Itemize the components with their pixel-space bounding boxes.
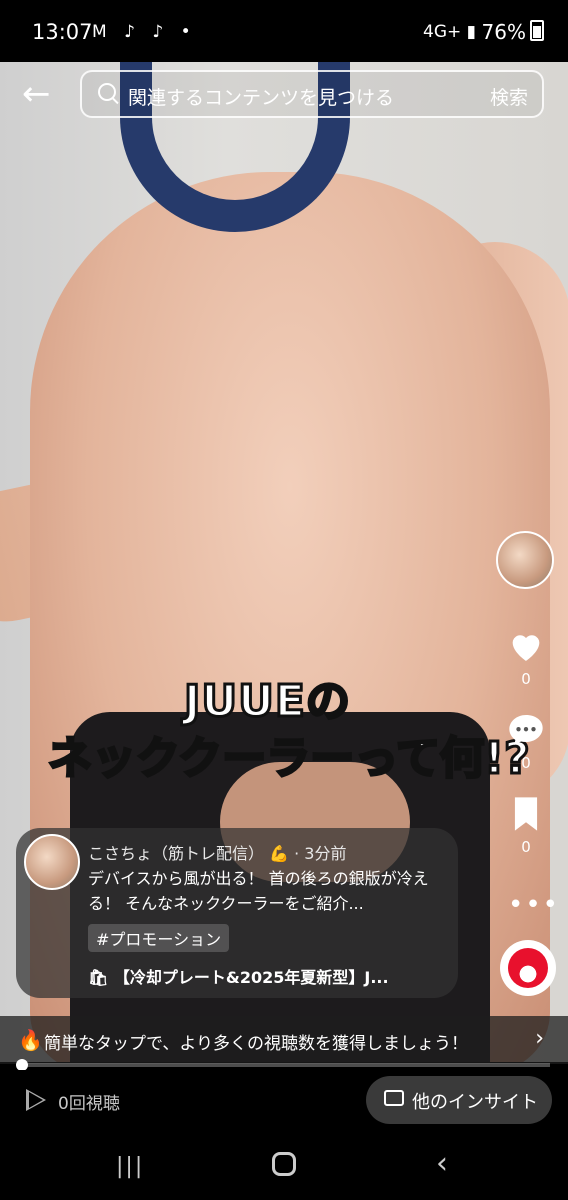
music-disc-icon[interactable] xyxy=(500,940,556,996)
heart-icon[interactable] xyxy=(506,626,546,666)
more-options-icon[interactable]: ••• xyxy=(508,890,560,920)
battery-icon xyxy=(530,20,544,41)
author-avatar[interactable] xyxy=(24,834,80,890)
search-placeholder: 関連するコンテンツを見つける xyxy=(128,87,395,109)
promo-banner[interactable]: 🔥 簡単なタップで、より多くの視聴数を獲得しましょう！ › xyxy=(0,1016,568,1064)
video-caption-line1: JUUEの xyxy=(183,675,352,729)
home-icon[interactable] xyxy=(272,1152,296,1176)
nav-back-icon[interactable]: ‹ xyxy=(436,1146,448,1181)
video-caption-line2: ネッククーラーって何!? xyxy=(47,732,532,786)
hashtag-promotion[interactable]: #プロモーション xyxy=(88,924,230,952)
back-arrow-icon[interactable]: ← xyxy=(22,74,62,114)
battery-percent: 76% xyxy=(481,20,526,44)
search-button[interactable]: 検索 xyxy=(490,83,528,110)
insights-button[interactable]: 他のインサイト xyxy=(366,1076,552,1124)
status-bar: 13:07 M ♪ ♪ • 4G+ ▮ 76% xyxy=(0,0,568,62)
bookmark-count: 0 xyxy=(521,838,531,856)
play-icon xyxy=(26,1089,46,1111)
recent-apps-icon[interactable]: ||| xyxy=(116,1154,144,1179)
comment-icon[interactable] xyxy=(506,710,546,750)
author-line[interactable]: こさちょ（筋トレ配信） 💪 · 3分前 xyxy=(88,840,346,864)
chevron-right-icon[interactable]: › xyxy=(535,1026,544,1051)
product-link[interactable]: 🛍 【冷却プレート&2025年夏新型】J... xyxy=(88,964,389,988)
comment-count: 0 xyxy=(521,754,531,772)
shopping-bag-icon: 🛍 xyxy=(88,968,109,987)
notification-icons: M ♪ ♪ • xyxy=(92,22,197,42)
muscle-icon: 💪 xyxy=(269,844,290,863)
author-name[interactable]: こさちょ（筋トレ配信） xyxy=(88,844,264,863)
post-time: · 3分前 xyxy=(294,844,347,863)
network-indicator: 4G+ ▮ xyxy=(423,22,476,42)
creator-avatar[interactable] xyxy=(496,531,554,589)
bookmark-icon[interactable] xyxy=(512,796,540,832)
search-icon xyxy=(98,83,116,101)
view-count: 0回視聴 xyxy=(58,1094,120,1114)
video-progress-bar[interactable] xyxy=(20,1063,550,1067)
system-nav-bar: ||| ‹ xyxy=(0,1130,568,1200)
fire-icon: 🔥 xyxy=(18,1028,43,1052)
post-description[interactable]: デバイスから風が出る！ 首の後ろの銀版が冷える！ そんなネッククーラーをご紹介.… xyxy=(88,866,448,916)
status-time: 13:07 xyxy=(32,20,93,44)
product-title[interactable]: 【冷却プレート&2025年夏新型】J... xyxy=(114,968,389,987)
chart-icon xyxy=(384,1090,404,1106)
promo-text: 簡単なタップで、より多くの視聴数を獲得しましょう！ xyxy=(44,1034,468,1054)
like-count: 0 xyxy=(521,670,531,688)
post-info-card[interactable]: こさちょ（筋トレ配信） 💪 · 3分前 デバイスから風が出る！ 首の後ろの銀版が… xyxy=(16,828,458,998)
insights-label: 他のインサイト xyxy=(412,1092,538,1113)
battery-indicator: 76% xyxy=(482,20,544,44)
search-input[interactable]: 関連するコンテンツを見つける 検索 xyxy=(80,70,544,118)
